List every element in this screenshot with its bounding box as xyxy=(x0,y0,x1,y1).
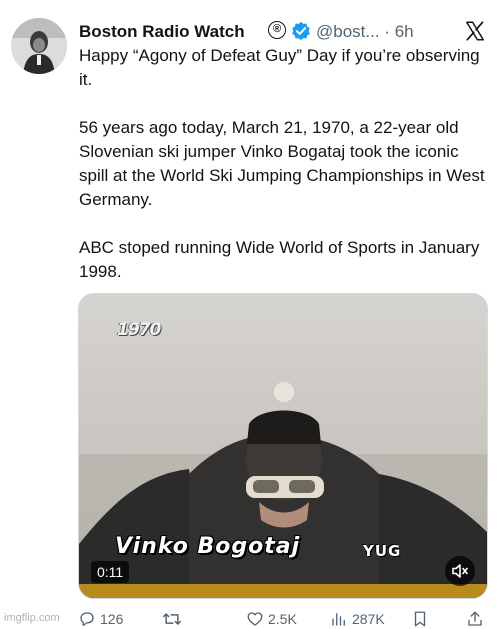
video-caption-country: YUG xyxy=(363,542,402,560)
bookmark-icon xyxy=(414,611,426,627)
author-handle: @bost... xyxy=(316,22,380,41)
video-duration: 0:11 xyxy=(91,561,130,583)
tweet-paragraph: ABC stoped running Wide World of Sports … xyxy=(79,238,480,281)
tweet-paragraph: 56 years ago today, March 21, 1970, a 22… xyxy=(79,118,485,209)
views-chart-icon xyxy=(332,613,345,626)
author-name[interactable]: Boston Radio Watch xyxy=(79,22,245,42)
verified-badge-icon xyxy=(292,21,310,41)
reply-count: 126 xyxy=(100,611,124,627)
share-icon xyxy=(468,611,482,626)
tweet-paragraph: Happy “Agony of Defeat Guy” Day if you’r… xyxy=(79,46,480,89)
repost-icon xyxy=(162,613,182,625)
timestamp: 6h xyxy=(394,22,414,41)
avatar-image xyxy=(11,18,67,74)
like-count: 2.5K xyxy=(268,611,297,627)
share-button[interactable] xyxy=(466,609,486,629)
watermark: imgflip.com xyxy=(4,612,60,624)
video-overlay-logo: 1970 xyxy=(117,320,161,340)
registered-mark: ® xyxy=(268,21,286,39)
action-bar: 126 2.5K 287K xyxy=(78,607,492,629)
avatar[interactable] xyxy=(11,18,67,74)
author-handle-time[interactable]: @bost... · 6h xyxy=(316,22,414,42)
heart-icon xyxy=(247,612,263,626)
reply-icon xyxy=(80,612,94,627)
video-caption-name: Vinko Bogotaj xyxy=(115,534,301,559)
bookmark-button[interactable] xyxy=(412,609,432,629)
separator-dot: · xyxy=(384,22,390,41)
tweet-text: Happy “Agony of Defeat Guy” Day if you’r… xyxy=(79,44,491,308)
views-count: 287K xyxy=(352,611,385,627)
x-logo-icon xyxy=(466,21,484,41)
mute-button[interactable] xyxy=(445,556,475,586)
speaker-muted-icon xyxy=(452,564,468,578)
video-player[interactable]: 1970 Vinko Bogotaj YUG 0:11 xyxy=(78,293,488,599)
